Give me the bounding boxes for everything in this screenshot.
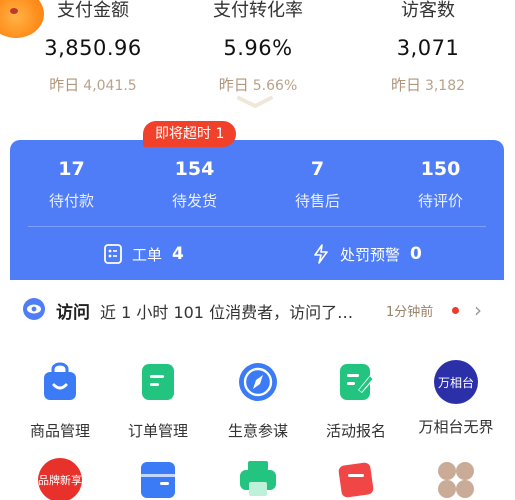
- visit-time: 1分钟前: [386, 305, 434, 320]
- lightning-icon: [314, 244, 328, 264]
- wanxiangtai-icon: 万相台: [434, 360, 478, 404]
- stat-value: 3,850.96: [44, 36, 142, 60]
- visit-message: 近 1 小时 101 位消费者，访问了…: [100, 303, 354, 322]
- stat-prev: 昨日 4,041.5: [49, 76, 137, 94]
- app-ticket[interactable]: [306, 458, 406, 500]
- chevron-right-icon: ›: [474, 298, 482, 322]
- visit-title: 访问: [56, 303, 90, 323]
- work-order-icon: [104, 244, 122, 264]
- unread-dot: [452, 307, 459, 314]
- visit-notice[interactable]: 访问 近 1 小时 101 位消费者，访问了… 1分钟前 ›: [0, 280, 515, 338]
- edit-icon: [340, 364, 375, 400]
- app-more[interactable]: [406, 458, 506, 500]
- order-icon: [142, 364, 174, 400]
- stat-label: 支付金额: [57, 0, 129, 21]
- stat-prev: 昨日 5.66%: [218, 76, 298, 94]
- more-icon: [438, 462, 474, 498]
- app-event-signup[interactable]: 活动报名: [306, 360, 406, 441]
- box-icon: [141, 462, 175, 498]
- card-divider: [28, 226, 486, 227]
- stat-label: 访客数: [401, 0, 455, 21]
- ticket-icon: [338, 462, 374, 498]
- order-pending-payment[interactable]: 17 待付款: [10, 158, 133, 211]
- printer-icon: [240, 461, 276, 496]
- stat-value: 5.96%: [223, 36, 293, 60]
- work-order-link[interactable]: 工单 4: [102, 243, 184, 265]
- penalty-warning-link[interactable]: 处罚预警 0: [310, 243, 422, 265]
- stat-prev: 昨日 3,182: [390, 76, 466, 94]
- order-pending-review[interactable]: 150 待评价: [379, 158, 502, 211]
- brand-new-icon: 品牌新享: [38, 458, 82, 500]
- order-pending-shipment[interactable]: 154 待发货: [133, 158, 256, 211]
- stat-label: 支付转化率: [213, 0, 303, 21]
- stat-value: 3,071: [396, 36, 460, 60]
- bag-icon: [44, 362, 76, 400]
- expand-chevron-icon[interactable]: [235, 96, 275, 110]
- app-printer[interactable]: [208, 458, 308, 500]
- compass-icon: [239, 363, 277, 401]
- app-order-management[interactable]: 订单管理: [108, 360, 208, 441]
- order-after-sales[interactable]: 7 待售后: [256, 158, 379, 211]
- app-brand-new[interactable]: 品牌新享: [10, 458, 110, 500]
- app-product-management[interactable]: 商品管理: [10, 360, 110, 441]
- app-business-advisor[interactable]: 生意参谋: [208, 360, 308, 441]
- eye-icon: [23, 298, 45, 320]
- app-box[interactable]: [108, 458, 208, 500]
- order-status-card: 17 待付款 154 待发货 7 待售后 150 待评价 工单 4 处罚预警 0: [10, 140, 504, 280]
- timeout-badge[interactable]: 即将超时 1: [143, 121, 237, 147]
- stats-overview: 支付金额 3,850.96 昨日 4,041.5 支付转化率 5.96% 昨日 5.…: [0, 0, 515, 140]
- app-wanxiangtai[interactable]: 万相台 万相台无界: [406, 360, 506, 437]
